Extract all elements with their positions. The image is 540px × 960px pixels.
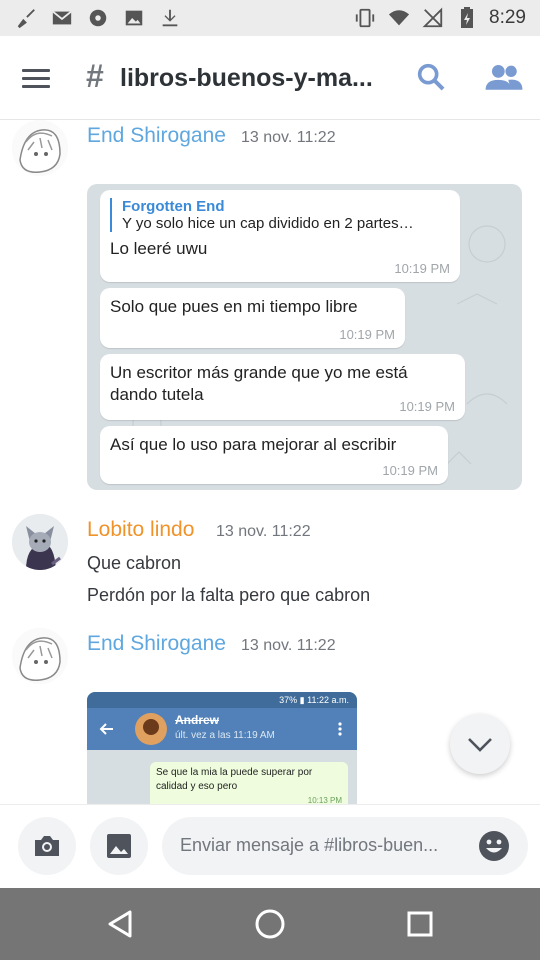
android-nav-bar bbox=[0, 888, 540, 960]
chat-bubble: Así que lo uso para mejorar al escribir … bbox=[100, 426, 448, 484]
message-input-placeholder: Enviar mensaje a #libros-buen... bbox=[180, 835, 439, 855]
channel-hash-icon: # bbox=[86, 58, 104, 94]
embedded-status-bar: 37% ▮ 11:22 a.m. bbox=[87, 692, 357, 708]
notification-icon bbox=[86, 6, 110, 30]
bubble-text: Lo leeré uwu bbox=[110, 239, 208, 258]
camera-icon bbox=[35, 836, 59, 856]
message-timestamp: 13 nov. 11:22 bbox=[241, 129, 336, 146]
image-attachment[interactable]: Forgotten End Y yo solo hice un cap divi… bbox=[87, 184, 522, 490]
back-icon[interactable] bbox=[102, 906, 138, 942]
vibrate-icon bbox=[353, 6, 377, 30]
status-time: 8:29 bbox=[489, 7, 526, 28]
bubble-time: 10:19 PM bbox=[382, 463, 438, 478]
battery-icon bbox=[455, 6, 479, 30]
embedded-chat-header: Andrew últ. vez a las 11:19 AM bbox=[87, 708, 357, 750]
message-input[interactable]: Enviar mensaje a #libros-buen... bbox=[162, 817, 528, 875]
recents-icon[interactable] bbox=[402, 906, 438, 942]
broom-icon bbox=[14, 6, 38, 30]
message-composer: Enviar mensaje a #libros-buen... bbox=[0, 804, 540, 888]
quote-text: Y yo solo hice un cap dividido en 2 part… bbox=[122, 215, 414, 232]
back-arrow-icon bbox=[99, 723, 113, 735]
embedded-status-text: 37% ▮ 11:22 a.m. bbox=[279, 694, 349, 705]
more-icon bbox=[338, 722, 342, 736]
message-text: Que cabron bbox=[87, 553, 182, 573]
gallery-button[interactable] bbox=[90, 817, 148, 875]
chevron-down-icon bbox=[468, 738, 492, 752]
gmail-icon bbox=[50, 6, 74, 30]
bubble-time: 10:19 PM bbox=[394, 261, 450, 276]
wifi-icon bbox=[387, 6, 411, 30]
avatar[interactable] bbox=[12, 514, 68, 570]
search-icon[interactable] bbox=[414, 60, 450, 96]
status-bar: 8:29 bbox=[0, 0, 540, 36]
chat-bubble: Forgotten End Y yo solo hice un cap divi… bbox=[100, 190, 460, 282]
avatar[interactable] bbox=[12, 628, 68, 684]
last-seen: últ. vez a las 11:19 AM bbox=[175, 730, 275, 741]
quote-author: Forgotten End bbox=[122, 198, 225, 215]
message-timestamp: 13 nov. 11:22 bbox=[241, 637, 336, 654]
bubble-time: 10:19 PM bbox=[339, 327, 395, 342]
no-signal-icon bbox=[421, 6, 445, 30]
message-author[interactable]: End Shirogane bbox=[87, 632, 226, 656]
image-icon bbox=[107, 834, 131, 858]
embedded-bubble-time: 10:13 PM bbox=[307, 796, 342, 804]
image-attachment[interactable]: 37% ▮ 11:22 a.m. Andrew últ. vez a las 1… bbox=[87, 692, 357, 804]
channel-header: # libros-buenos-y-ma... bbox=[0, 36, 540, 120]
download-icon bbox=[158, 6, 182, 30]
camera-button[interactable] bbox=[18, 817, 76, 875]
embedded-chat-bubble: Se que la mia la puede superar por calid… bbox=[150, 762, 348, 804]
chat-bubble: Un escritor más grande que yo me está da… bbox=[100, 354, 465, 420]
message-timestamp: 13 nov. 11:22 bbox=[216, 523, 311, 540]
menu-icon[interactable] bbox=[22, 64, 62, 94]
bubble-text: Solo que pues en mi tiempo libre bbox=[110, 297, 358, 316]
message-author[interactable]: Lobito lindo bbox=[87, 518, 194, 542]
reply-quote: Forgotten End Y yo solo hice un cap divi… bbox=[110, 198, 450, 232]
bubble-time: 10:19 PM bbox=[399, 399, 455, 414]
message-author[interactable]: End Shirogane bbox=[87, 124, 226, 148]
bubble-text: Así que lo uso para mejorar al escribir bbox=[110, 435, 397, 454]
contact-name: Andrew bbox=[175, 713, 220, 727]
emoji-icon[interactable] bbox=[478, 830, 510, 862]
home-icon[interactable] bbox=[252, 906, 288, 942]
image-icon bbox=[122, 6, 146, 30]
scroll-to-bottom-button[interactable] bbox=[450, 714, 510, 774]
chat-bubble: Solo que pues en mi tiempo libre 10:19 P… bbox=[100, 288, 405, 348]
avatar[interactable] bbox=[12, 120, 68, 176]
message-text: Perdón por la falta pero que cabron bbox=[87, 585, 371, 605]
contact-avatar bbox=[135, 713, 167, 745]
embedded-bubble-text: Se que la mia la puede superar por calid… bbox=[156, 767, 313, 792]
channel-title[interactable]: libros-buenos-y-ma... bbox=[120, 64, 406, 93]
members-icon[interactable] bbox=[484, 60, 524, 96]
